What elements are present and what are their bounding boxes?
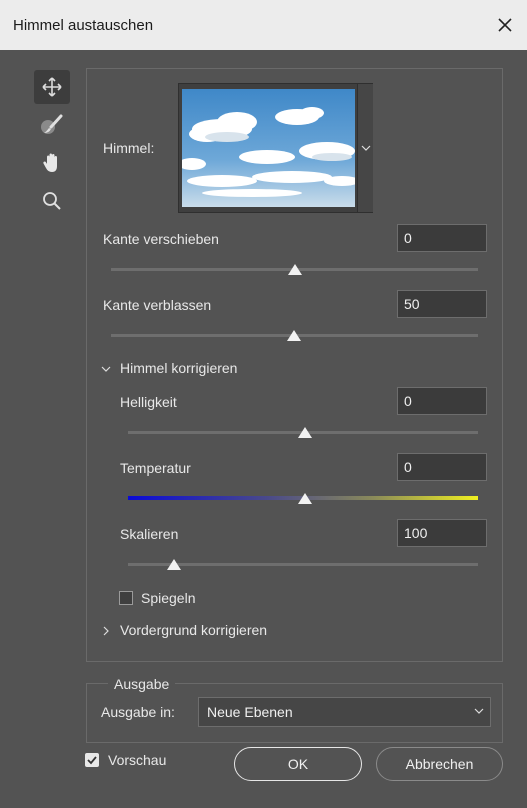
preview-checkbox[interactable] (85, 753, 99, 767)
chevron-right-icon (103, 626, 109, 636)
close-icon (498, 18, 512, 32)
cancel-button[interactable]: Abbrechen (376, 747, 503, 781)
move-icon (42, 77, 62, 97)
scale-slider-thumb[interactable] (167, 559, 181, 570)
temperature-slider-thumb[interactable] (298, 493, 312, 504)
output-to-label: Ausgabe in: (101, 704, 175, 720)
chevron-down-icon (361, 145, 370, 151)
chevron-down-icon (474, 708, 484, 714)
flip-checkbox[interactable] (119, 591, 133, 605)
scale-input[interactable]: 100 (397, 519, 487, 547)
move-tool-button[interactable] (34, 70, 70, 104)
temperature-input[interactable]: 0 (397, 453, 487, 481)
foreground-adjust-section-toggle[interactable]: Vordergrund korrigieren (101, 622, 311, 642)
window-title: Himmel austauschen (13, 17, 154, 34)
edge-shift-input[interactable]: 0 (397, 224, 487, 252)
sky-label: Himmel: (103, 140, 155, 156)
sky-dropdown-toggle[interactable] (357, 84, 373, 212)
close-button[interactable] (491, 11, 519, 39)
hand-icon (43, 153, 57, 172)
output-group-label: Ausgabe (108, 676, 176, 692)
brightness-label: Helligkeit (120, 394, 177, 410)
zoom-icon (43, 192, 61, 210)
sky-replacement-dialog: Himmel: Kante verschieben 0 Kante verbla… (0, 50, 527, 808)
edge-fade-input[interactable]: 50 (397, 290, 487, 318)
foreground-adjust-section-label: Vordergrund korrigieren (120, 622, 268, 638)
sky-preset-picker[interactable] (178, 83, 373, 213)
edge-shift-slider-thumb[interactable] (288, 264, 302, 275)
checkmark-icon (87, 756, 97, 765)
temperature-label: Temperatur (120, 460, 191, 476)
output-to-select[interactable]: Neue Ebenen (198, 697, 491, 727)
hand-tool-button[interactable] (34, 146, 70, 180)
edge-fade-slider-thumb[interactable] (287, 330, 301, 341)
flip-label: Spiegeln (141, 590, 196, 606)
scale-label: Skalieren (120, 526, 179, 542)
preview-label: Vorschau (108, 752, 167, 768)
brightness-slider-thumb[interactable] (298, 427, 312, 438)
chevron-down-icon (101, 366, 111, 372)
edge-fade-label: Kante verblassen (103, 297, 212, 313)
title-bar: Himmel austauschen (0, 0, 527, 50)
zoom-tool-button[interactable] (34, 184, 70, 218)
sky-adjust-section-toggle[interactable]: Himmel korrigieren (101, 360, 281, 380)
edge-shift-label: Kante verschieben (103, 231, 219, 247)
ok-button[interactable]: OK (234, 747, 362, 781)
brush-icon (41, 114, 63, 134)
sky-adjust-section-label: Himmel korrigieren (120, 360, 238, 376)
brush-tool-button[interactable] (34, 108, 70, 142)
sky-thumbnail (182, 89, 355, 207)
brightness-input[interactable]: 0 (397, 387, 487, 415)
output-to-value: Neue Ebenen (207, 704, 293, 720)
